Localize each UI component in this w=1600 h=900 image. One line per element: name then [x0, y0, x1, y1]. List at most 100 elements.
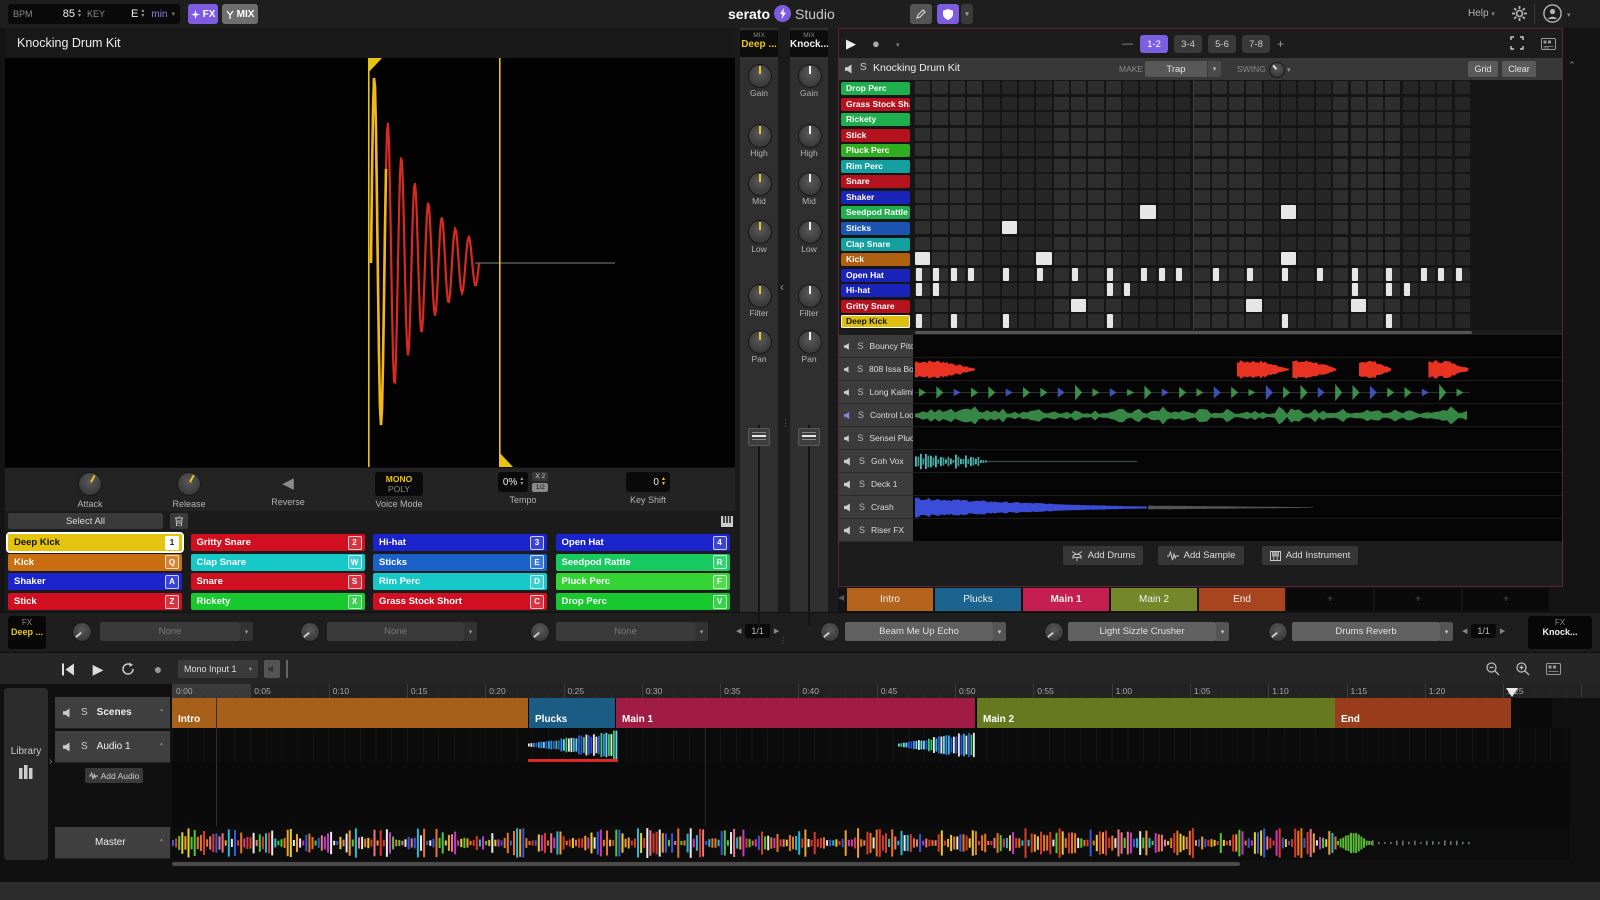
step-cell[interactable]: [1333, 159, 1348, 172]
drum-row-open-hat[interactable]: Open Hat: [841, 269, 910, 282]
step-cell[interactable]: [1437, 221, 1452, 234]
step-active[interactable]: [916, 268, 922, 281]
step-cell[interactable]: [1403, 128, 1418, 141]
step-cell[interactable]: [1212, 97, 1227, 110]
step-cell[interactable]: [1333, 252, 1348, 265]
pad-deep-kick[interactable]: Deep Kick1: [8, 534, 182, 551]
timeline-ruler[interactable]: 0:000:050:100:150:200:250:300:350:400:45…: [172, 684, 1600, 698]
step-cell[interactable]: [1088, 159, 1103, 172]
step-cell[interactable]: [950, 81, 965, 94]
step-cell[interactable]: [1368, 112, 1383, 125]
step-cell[interactable]: [1123, 252, 1138, 265]
audio-track-header-long-kalimba[interactable]: SLong Kalimba: [839, 381, 913, 404]
step-cell[interactable]: [1403, 81, 1418, 94]
pattern-play-button[interactable]: ▶: [846, 36, 856, 52]
right-fx-knob-3[interactable]: [1268, 622, 1288, 642]
step-cell[interactable]: [1229, 299, 1244, 312]
page-prev[interactable]: ◀: [736, 627, 741, 635]
step-cell[interactable]: [1437, 205, 1452, 218]
step-cell[interactable]: [1194, 81, 1209, 94]
step-cell[interactable]: [1437, 81, 1452, 94]
step-cell[interactable]: [1123, 205, 1138, 218]
scenes-mute-icon[interactable]: [63, 708, 73, 718]
step-cell[interactable]: [1420, 299, 1435, 312]
right-fx-slot-arrow[interactable]: ▾: [993, 622, 1006, 641]
step-cell[interactable]: [967, 143, 982, 156]
step-active[interactable]: [1438, 268, 1444, 281]
step-cell[interactable]: [1212, 143, 1227, 156]
step-cell[interactable]: [1002, 97, 1017, 110]
pattern-page-3-4[interactable]: 3-4: [1174, 35, 1202, 53]
page-prev[interactable]: ◀: [1462, 627, 1467, 635]
mute-icon[interactable]: [844, 457, 853, 466]
step-cell[interactable]: [1281, 128, 1296, 141]
step-cell[interactable]: [1403, 314, 1418, 327]
step-cell[interactable]: [1194, 314, 1209, 327]
step-cell[interactable]: [1264, 299, 1279, 312]
safety-mode-button[interactable]: [937, 4, 959, 24]
mute-icon[interactable]: [844, 365, 851, 374]
step-cell[interactable]: [1246, 81, 1261, 94]
step-cell[interactable]: [1036, 205, 1051, 218]
step-active[interactable]: [933, 268, 939, 281]
page-next[interactable]: ▶: [1500, 627, 1505, 635]
step-active[interactable]: [915, 252, 930, 265]
step-cell[interactable]: [1106, 81, 1121, 94]
pattern-page-5-6[interactable]: 5-6: [1208, 35, 1236, 53]
step-cell[interactable]: [1036, 81, 1051, 94]
step-cell[interactable]: [932, 112, 947, 125]
gain-knob-1[interactable]: [748, 64, 772, 88]
step-cell[interactable]: [1333, 174, 1348, 187]
fader-handle-1[interactable]: [748, 428, 770, 446]
step-cell[interactable]: [1158, 143, 1173, 156]
step-cell[interactable]: [932, 81, 947, 94]
step-cell[interactable]: [1298, 112, 1313, 125]
step-cell[interactable]: [1140, 299, 1155, 312]
step-cell[interactable]: [1229, 205, 1244, 218]
step-cell[interactable]: [1298, 81, 1313, 94]
make-style-arrow[interactable]: ▾: [1208, 61, 1221, 77]
audio-track-header-deck-1[interactable]: SDeck 1: [839, 473, 913, 496]
right-fx-pagination[interactable]: ◀1/1▶: [1462, 624, 1505, 638]
step-cell[interactable]: [1316, 205, 1331, 218]
step-cell[interactable]: [1264, 143, 1279, 156]
step-cell[interactable]: [1246, 237, 1261, 250]
step-cell[interactable]: [1002, 299, 1017, 312]
gain-knob-2[interactable]: [798, 64, 822, 88]
step-cell[interactable]: [1403, 174, 1418, 187]
step-cell[interactable]: [1246, 221, 1261, 234]
step-cell[interactable]: [1298, 237, 1313, 250]
step-cell[interactable]: [1420, 190, 1435, 203]
high-knob-2[interactable]: [798, 124, 822, 148]
audio1-solo-button[interactable]: S: [81, 741, 88, 752]
step-cell[interactable]: [915, 237, 930, 250]
step-cell[interactable]: [1246, 97, 1261, 110]
key-control[interactable]: KEY E ▴▾ min ▾: [82, 4, 180, 24]
step-cell[interactable]: [1175, 190, 1190, 203]
mute-icon[interactable]: [844, 411, 852, 420]
left-fx-knob-1[interactable]: [72, 622, 92, 642]
step-cell[interactable]: [1071, 283, 1086, 296]
audio1-collapse-caret[interactable]: ⌃: [158, 742, 165, 751]
step-cell[interactable]: [1019, 174, 1034, 187]
knob-face[interactable]: [748, 64, 772, 88]
step-cell[interactable]: [984, 237, 999, 250]
step-cell[interactable]: [1455, 252, 1470, 265]
solo-button[interactable]: S: [858, 341, 864, 351]
step-cell[interactable]: [1437, 299, 1452, 312]
clear-button[interactable]: Clear: [1502, 61, 1536, 77]
step-cell[interactable]: [950, 299, 965, 312]
left-fx-knob-2[interactable]: [300, 622, 320, 642]
collapse-panel-chevron[interactable]: ⌃: [1568, 60, 1576, 71]
step-cell[interactable]: [1106, 112, 1121, 125]
step-cell[interactable]: [1054, 174, 1069, 187]
step-cell[interactable]: [1175, 97, 1190, 110]
scene-block-main-1[interactable]: Main 1: [616, 698, 976, 728]
drum-row-sticks[interactable]: Sticks: [841, 222, 910, 235]
step-cell[interactable]: [1368, 221, 1383, 234]
mixer-strip-header-deep[interactable]: MIXDeep ...: [740, 30, 778, 57]
left-fx-slot-3[interactable]: None: [556, 622, 695, 641]
step-cell[interactable]: [1455, 128, 1470, 141]
step-cell[interactable]: [1316, 128, 1331, 141]
step-cell[interactable]: [984, 97, 999, 110]
